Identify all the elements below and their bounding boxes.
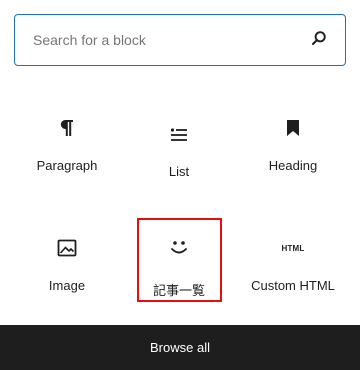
paragraph-icon: [17, 108, 117, 148]
search-box: [14, 14, 346, 66]
block-item-image[interactable]: Image: [17, 228, 117, 328]
block-item-paragraph[interactable]: Paragraph: [17, 108, 117, 208]
search-button[interactable]: [299, 20, 339, 60]
block-item-heading[interactable]: Heading: [243, 108, 343, 208]
image-icon: [17, 228, 117, 268]
search-input[interactable]: [15, 15, 299, 65]
browse-all-button[interactable]: Browse all: [0, 325, 360, 370]
block-label: List: [168, 164, 190, 179]
block-item-kiji-ichiran[interactable]: 記事一覧: [129, 228, 229, 328]
block-item-list[interactable]: List: [129, 114, 229, 214]
block-inserter: Paragraph List Heading Image: [0, 0, 360, 370]
block-label: Heading: [268, 158, 318, 173]
html-icon-text: HTML: [281, 243, 305, 253]
block-label: Custom HTML: [251, 278, 335, 293]
block-item-custom-html[interactable]: HTML Custom HTML: [243, 228, 343, 328]
block-label: 記事一覧: [152, 283, 205, 298]
html-icon: HTML: [243, 228, 343, 268]
bookmark-icon: [243, 108, 343, 148]
search-icon: [311, 30, 327, 51]
block-label: Paragraph: [36, 158, 98, 173]
block-label: Image: [48, 278, 86, 293]
smiley-icon: [129, 228, 229, 268]
list-icon: [129, 114, 229, 154]
browse-all-label: Browse all: [150, 340, 210, 355]
